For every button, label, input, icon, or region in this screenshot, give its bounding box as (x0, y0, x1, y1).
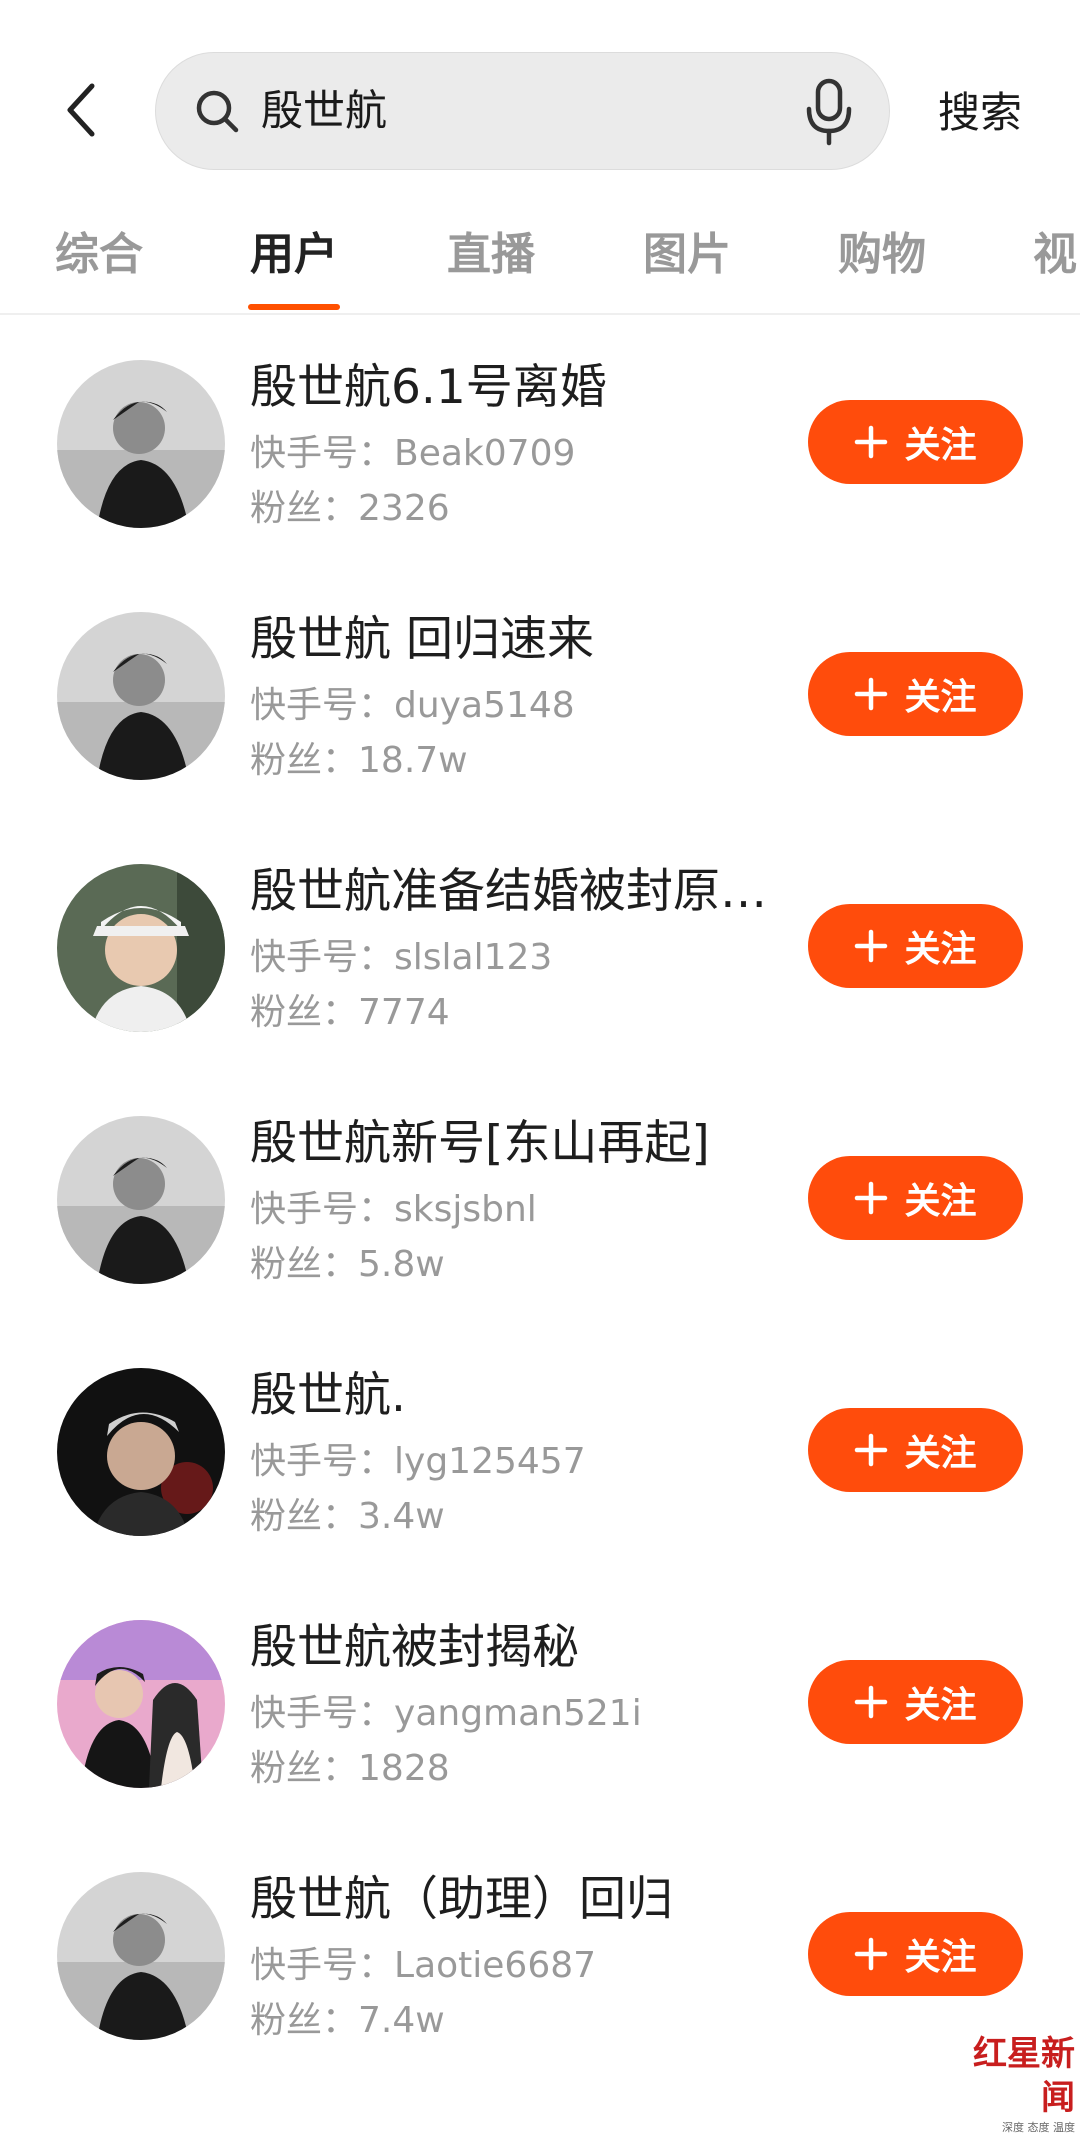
microphone-icon[interactable] (799, 77, 859, 147)
category-tabs: 综合 用户 直播 图片 购物 视 (0, 205, 1080, 315)
fan-count: 粉丝：18.7w (250, 740, 468, 781)
user-id: 快手号：Laotie6687 (250, 1945, 597, 1986)
back-button[interactable] (50, 78, 110, 142)
user-id: 快手号：lyg125457 (250, 1441, 586, 1482)
search-icon (196, 90, 239, 133)
user-name: 殷世航. (250, 1368, 406, 1423)
follow-button[interactable]: 关注 (808, 400, 1023, 484)
plus-icon (855, 677, 888, 711)
avatar[interactable] (57, 864, 225, 1032)
user-id: 快手号：duya5148 (250, 685, 575, 726)
user-result-item[interactable]: 殷世航6.1号离婚 快手号：Beak0709 粉丝：2326 关注 (0, 355, 1080, 555)
user-name: 殷世航准备结婚被封原… (250, 864, 767, 919)
fan-count: 粉丝：3.4w (250, 1496, 445, 1537)
plus-icon (855, 1181, 888, 1215)
user-result-item[interactable]: 殷世航被封揭秘 快手号：yangman521i 粉丝：1828 关注 (0, 1615, 1080, 1815)
tab-users[interactable]: 用户 (250, 225, 338, 285)
user-result-item[interactable]: 殷世航（助理）回归 快手号：Laotie6687 粉丝：7.4w 关注 (0, 1867, 1080, 2067)
top-bar: 殷世航 搜索 (0, 0, 1080, 180)
fan-count: 粉丝：1828 (250, 1748, 450, 1789)
follow-button[interactable]: 关注 (808, 652, 1023, 736)
avatar[interactable] (57, 612, 225, 780)
follow-button[interactable]: 关注 (808, 1912, 1023, 1996)
user-result-item[interactable]: 殷世航. 快手号：lyg125457 粉丝：3.4w 关注 (0, 1363, 1080, 1563)
plus-icon (855, 1433, 888, 1467)
watermark-logo-text: 红星新闻 (973, 2034, 1075, 2118)
user-result-item[interactable]: 殷世航 回归速来 快手号：duya5148 粉丝：18.7w 关注 (0, 607, 1080, 807)
fan-count: 粉丝：5.8w (250, 1244, 445, 1285)
search-input[interactable]: 殷世航 (155, 52, 890, 170)
tab-comprehensive[interactable]: 综合 (55, 225, 143, 285)
avatar[interactable] (57, 1620, 225, 1788)
fan-count: 粉丝：7.4w (250, 2000, 445, 2041)
search-query-text: 殷世航 (261, 86, 388, 135)
plus-icon (855, 929, 888, 963)
user-name: 殷世航被封揭秘 (250, 1620, 579, 1675)
follow-button[interactable]: 关注 (808, 1408, 1023, 1492)
user-name: 殷世航 回归速来 (250, 612, 594, 667)
avatar[interactable] (57, 1368, 225, 1536)
follow-button[interactable]: 关注 (808, 904, 1023, 988)
avatar[interactable] (57, 1116, 225, 1284)
avatar[interactable] (57, 360, 225, 528)
tab-video[interactable]: 视 (1033, 225, 1077, 285)
plus-icon (855, 425, 888, 459)
user-name: 殷世航6.1号离婚 (250, 360, 607, 415)
search-button[interactable]: 搜索 (920, 78, 1040, 148)
user-name: 殷世航新号[东山再起] (250, 1116, 710, 1171)
follow-button[interactable]: 关注 (808, 1660, 1023, 1744)
follow-button[interactable]: 关注 (808, 1156, 1023, 1240)
watermark-slogan: 深度 态度 温度 (1002, 2121, 1075, 2134)
news-watermark: 红星新闻 深度 态度 温度 (945, 2032, 1075, 2134)
plus-icon (855, 1685, 888, 1719)
tab-images[interactable]: 图片 (643, 225, 731, 285)
tab-shopping[interactable]: 购物 (838, 225, 926, 285)
plus-icon (855, 1937, 888, 1971)
user-name: 殷世航（助理）回归 (250, 1872, 673, 1927)
user-result-item[interactable]: 殷世航新号[东山再起] 快手号：sksjsbnl 粉丝：5.8w 关注 (0, 1111, 1080, 1311)
user-id: 快手号：sksjsbnl (250, 1189, 537, 1230)
fan-count: 粉丝：2326 (250, 488, 450, 529)
avatar[interactable] (57, 1872, 225, 2040)
active-tab-indicator (248, 304, 340, 310)
tab-live[interactable]: 直播 (447, 225, 535, 285)
user-result-item[interactable]: 殷世航准备结婚被封原… 快手号：slslal123 粉丝：7774 关注 (0, 859, 1080, 1059)
chevron-left-icon (67, 83, 95, 137)
user-id: 快手号：yangman521i (250, 1693, 642, 1734)
fan-count: 粉丝：7774 (250, 992, 450, 1033)
user-id: 快手号：Beak0709 (250, 433, 576, 474)
user-id: 快手号：slslal123 (250, 937, 553, 978)
